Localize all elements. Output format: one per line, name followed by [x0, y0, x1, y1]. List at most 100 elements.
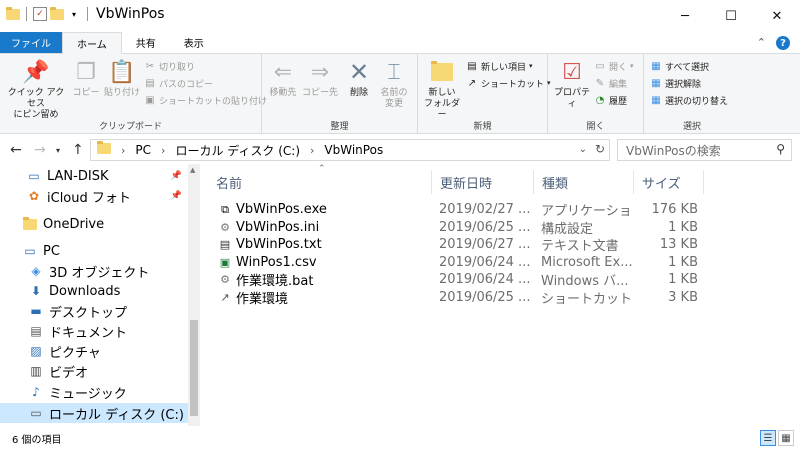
column-header-date[interactable]: 更新日時: [432, 170, 534, 194]
nav-item-icloud-photos[interactable]: ✿ iCloud フォト 📌: [0, 186, 188, 206]
select-none-button[interactable]: ▦ 選択解除: [650, 75, 701, 91]
paste-shortcut-button[interactable]: ▣ ショートカットの貼り付け: [144, 92, 267, 108]
navigation-pane: ▭ LAN-DISK 📌 ✿ iCloud フォト 📌 OneDrive ▭ P…: [0, 164, 200, 426]
exe-icon: ⧉: [221, 202, 229, 216]
maximize-button[interactable]: ☐: [708, 0, 754, 32]
pin-icon: 📌: [170, 171, 182, 181]
new-folder-button[interactable]: 新しい フォルダー: [422, 58, 462, 121]
help-icon[interactable]: ?: [776, 36, 790, 50]
tab-home[interactable]: ホーム: [62, 32, 122, 54]
breadcrumb-pc[interactable]: PC: [135, 143, 151, 157]
forward-arrow-icon[interactable]: →: [34, 142, 46, 158]
open-group-label: 開く: [586, 122, 605, 132]
back-arrow-icon[interactable]: ←: [10, 142, 22, 158]
address-path[interactable]: › PC › ローカル ディスク (C:) › VbWinPos ⌄ ↻: [90, 139, 610, 161]
new-folder-icon[interactable]: [50, 6, 64, 21]
clipboard-group: 📌 クイック アクセス にピン留め ❐ コピー 📋 貼り付け ✂ 切り取り ▤ …: [0, 54, 267, 134]
invert-selection-icon: ▦: [651, 94, 661, 106]
table-row[interactable]: ▣ WinPos1.csv 2019/06/24 ... Microsoft Ex…: [208, 254, 708, 271]
minimize-button[interactable]: ─: [662, 0, 708, 32]
folder-icon: [6, 6, 20, 21]
properties-button[interactable]: ☑ プロパティ: [552, 58, 592, 110]
path-separator-icon[interactable]: ›: [310, 144, 314, 157]
table-row[interactable]: ⚙ VbWinPos.ini 2019/06/25 ... 構成設定 1 KB: [208, 219, 708, 236]
breadcrumb-local-disk[interactable]: ローカル ディスク (C:): [175, 142, 300, 159]
copy-button[interactable]: ❐ コピー: [70, 58, 102, 99]
copy-path-button[interactable]: ▤ パスのコピー: [144, 75, 213, 91]
nav-item-videos[interactable]: ▥ ビデオ: [0, 361, 188, 381]
nav-item-desktop[interactable]: ▬ デスクトップ: [0, 301, 188, 321]
properties-check-icon[interactable]: ✓: [33, 7, 47, 21]
path-separator-icon[interactable]: ›: [161, 144, 165, 157]
select-all-button[interactable]: ▦ すべて選択: [650, 58, 709, 74]
close-button[interactable]: ✕: [754, 0, 800, 32]
picture-icon: ▨: [30, 344, 42, 358]
history-button[interactable]: ◔ 履歴: [594, 92, 627, 108]
search-input[interactable]: VbWinPosの検索 ⚲: [617, 139, 792, 161]
edit-icon: ✎: [595, 77, 605, 89]
table-row[interactable]: ↗ 作業環境 2019/06/25 ... ショートカット 3 KB: [208, 289, 708, 306]
nav-item-onedrive[interactable]: OneDrive: [0, 214, 188, 234]
column-header-type[interactable]: 種類: [534, 170, 634, 194]
breadcrumb-vbwinpos[interactable]: VbWinPos: [324, 143, 383, 157]
paste-shortcut-icon: ▣: [145, 94, 155, 106]
cube-icon: ◈: [31, 264, 41, 278]
delete-button[interactable]: ✕ 削除: [344, 58, 374, 99]
tab-file[interactable]: ファイル: [0, 32, 62, 53]
scroll-up-icon[interactable]: ▲: [190, 166, 195, 174]
nav-item-pictures[interactable]: ▨ ピクチャ: [0, 341, 188, 361]
large-icons-view-icon[interactable]: ▦: [778, 430, 794, 446]
nav-item-local-disk[interactable]: ▭ ローカル ディスク (C:): [0, 403, 188, 423]
cut-button[interactable]: ✂ 切り取り: [144, 58, 195, 74]
collapse-ribbon-icon[interactable]: ⌃: [757, 36, 766, 50]
organize-group-label: 整理: [330, 122, 349, 132]
new-item-button[interactable]: ▤ 新しい項目 ▾: [466, 58, 532, 74]
details-view-icon[interactable]: ☰: [760, 430, 776, 446]
tab-view[interactable]: 表示: [170, 32, 218, 53]
invert-selection-button[interactable]: ▦ 選択の切り替え: [650, 92, 728, 108]
column-header-name[interactable]: 名前: [208, 170, 432, 194]
table-row[interactable]: ⚙ 作業環境.bat 2019/06/24 ... Windows バ... 1 …: [208, 271, 708, 288]
table-row[interactable]: ▤ VbWinPos.txt 2019/06/27 ... テキスト文書 13 K…: [208, 236, 708, 253]
document-icon: ▤: [30, 324, 42, 338]
recent-chevron-down-icon[interactable]: ▾: [56, 146, 60, 155]
edit-button[interactable]: ✎ 編集: [594, 75, 627, 91]
table-row[interactable]: ⧉VbWinPos.exe 2019/02/27 ... アプリケーション 17…: [208, 201, 708, 218]
address-dropdown-icon[interactable]: ⌄: [579, 144, 587, 155]
copy-path-icon: ▤: [145, 77, 155, 89]
pin-quick-access-button[interactable]: 📌 クイック アクセス にピン留め: [4, 58, 68, 121]
column-header-size[interactable]: サイズ: [634, 170, 704, 194]
paste-icon: 📋: [108, 59, 136, 85]
new-folder-icon: [428, 58, 456, 86]
customize-qat-icon[interactable]: ▾: [67, 7, 81, 21]
nav-item-pc[interactable]: ▭ PC: [0, 241, 188, 261]
open-group: ☑ プロパティ ▭ 開く ▾ ✎ 編集 ◔ 履歴 開く: [548, 54, 644, 134]
pin-icon: 📌: [22, 59, 50, 85]
select-all-icon: ▦: [651, 60, 661, 72]
refresh-icon[interactable]: ↻: [595, 142, 605, 156]
history-icon: ◔: [595, 94, 605, 106]
file-list: ⌃ 名前 更新日時 種類 サイズ ⧉ VbWinPos.exe 2019/02/2…: [208, 164, 800, 426]
nav-item-lan-disk[interactable]: ▭ LAN-DISK 📌: [0, 166, 188, 186]
shortcut-button[interactable]: ↗ ショートカット ▾: [466, 75, 551, 91]
paste-button[interactable]: 📋 貼り付け: [104, 58, 140, 99]
icloud-photos-icon: ✿: [28, 189, 40, 203]
up-arrow-icon[interactable]: ↑: [72, 142, 84, 158]
path-separator-icon[interactable]: ›: [121, 144, 125, 157]
pin-icon: 📌: [170, 191, 182, 201]
open-button[interactable]: ▭ 開く ▾: [594, 58, 633, 74]
rename-button[interactable]: ⌶ 名前の 変更: [376, 58, 412, 110]
nav-item-music[interactable]: ♪ ミュージック: [0, 382, 188, 402]
tab-share[interactable]: 共有: [122, 32, 170, 53]
nav-item-downloads[interactable]: ⬇ Downloads: [0, 281, 188, 301]
move-to-button[interactable]: ⇐ 移動先: [266, 58, 300, 99]
scrollbar-thumb[interactable]: [190, 320, 198, 416]
select-group-label: 選択: [682, 122, 701, 132]
status-bar: 6 個の項目 ☰ ▦: [0, 426, 800, 450]
nav-item-3d-objects[interactable]: ◈ 3D オブジェクト: [0, 261, 188, 281]
copy-to-button[interactable]: ⇒ コピー先: [302, 58, 338, 99]
nav-scrollbar[interactable]: ▲: [188, 164, 200, 426]
nav-item-documents[interactable]: ▤ ドキュメント: [0, 321, 188, 341]
address-bar-row: ← → ▾ ↑ › PC › ローカル ディスク (C:) › VbWinPos…: [0, 136, 800, 164]
pc-icon: ▭: [24, 244, 36, 258]
